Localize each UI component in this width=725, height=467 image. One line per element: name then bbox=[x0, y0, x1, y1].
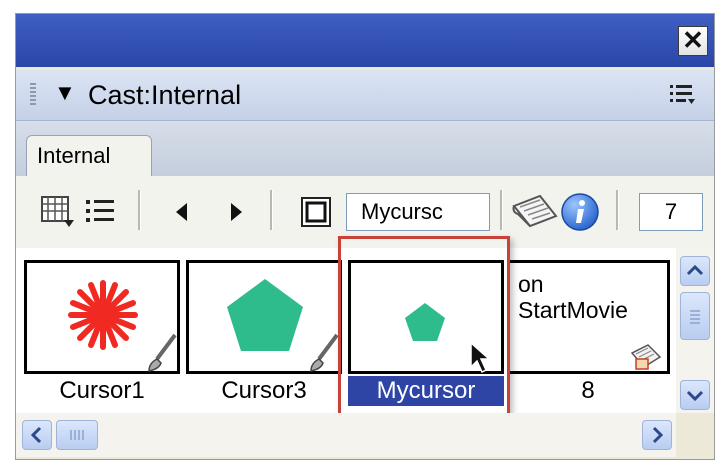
member-label: Cursor1 bbox=[59, 377, 145, 404]
member-thumbnail[interactable] bbox=[186, 260, 342, 374]
horizontal-scroll-thumb[interactable] bbox=[56, 420, 98, 450]
toolbar-separator bbox=[616, 190, 619, 230]
collapse-arrow-icon[interactable]: ▼ bbox=[54, 80, 76, 106]
close-button[interactable]: ✕ bbox=[678, 26, 708, 56]
scroll-left-button[interactable] bbox=[22, 420, 52, 450]
title-bar[interactable]: ✕ bbox=[16, 14, 714, 67]
selection-highlight-frame bbox=[338, 236, 510, 442]
chevron-up-icon bbox=[686, 264, 704, 276]
next-member-icon[interactable] bbox=[226, 200, 246, 224]
red-star-icon bbox=[68, 280, 138, 350]
list-view-icon[interactable] bbox=[84, 196, 116, 226]
member-thumbnail[interactable] bbox=[24, 260, 180, 374]
vertical-scrollbar[interactable] bbox=[676, 248, 714, 413]
cast-member-cursor3[interactable]: Cursor3 bbox=[186, 260, 342, 408]
toolbar-separator bbox=[500, 190, 503, 230]
chevron-down-icon bbox=[686, 390, 704, 402]
toolbar-separator bbox=[270, 190, 273, 230]
scroll-right-button[interactable] bbox=[642, 420, 672, 450]
panel-title: Cast:Internal bbox=[88, 80, 242, 110]
member-number-field[interactable]: 7 bbox=[639, 193, 703, 231]
scroll-down-button[interactable] bbox=[680, 380, 710, 410]
script-icon[interactable] bbox=[510, 192, 560, 232]
cast-member-cursor1[interactable]: Cursor1 bbox=[24, 260, 180, 408]
member-label: Cursor3 bbox=[221, 377, 307, 404]
tab-strip: Internal bbox=[16, 121, 714, 177]
close-icon: ✕ bbox=[682, 25, 704, 55]
member-label: 8 bbox=[581, 377, 595, 404]
thumbnail-view-icon[interactable] bbox=[40, 194, 76, 230]
grip-icon bbox=[690, 310, 700, 324]
cast-member-script[interactable]: on StartMovie 8 bbox=[510, 260, 670, 408]
paint-brush-icon bbox=[148, 333, 177, 372]
grip-icon bbox=[70, 430, 84, 440]
chevron-left-icon bbox=[30, 426, 42, 444]
paint-brush-icon bbox=[310, 333, 339, 372]
member-name-field[interactable]: Mycursc bbox=[346, 193, 490, 231]
info-icon[interactable] bbox=[560, 192, 600, 232]
member-thumbnail[interactable]: on StartMovie bbox=[510, 260, 670, 374]
panel-header: ▼ Cast:Internal bbox=[16, 70, 714, 121]
drag-grip-icon[interactable] bbox=[30, 83, 36, 107]
horizontal-scrollbar[interactable] bbox=[16, 413, 676, 457]
vertical-scroll-thumb[interactable] bbox=[680, 292, 710, 340]
scroll-up-button[interactable] bbox=[680, 256, 710, 286]
toolbar-separator bbox=[138, 190, 141, 230]
panel-options-menu-icon[interactable] bbox=[668, 82, 696, 106]
green-pentagon-icon bbox=[227, 279, 303, 351]
previous-member-icon[interactable] bbox=[172, 200, 192, 224]
tab-internal[interactable]: Internal bbox=[26, 135, 152, 177]
script-badge-icon bbox=[630, 344, 662, 370]
chevron-right-icon bbox=[652, 426, 664, 444]
script-preview: on StartMovie bbox=[518, 271, 628, 323]
drag-member-icon[interactable] bbox=[300, 196, 332, 228]
cast-window: ✕ ▼ Cast:Internal Internal Mycursc 7 Cur… bbox=[15, 13, 715, 460]
